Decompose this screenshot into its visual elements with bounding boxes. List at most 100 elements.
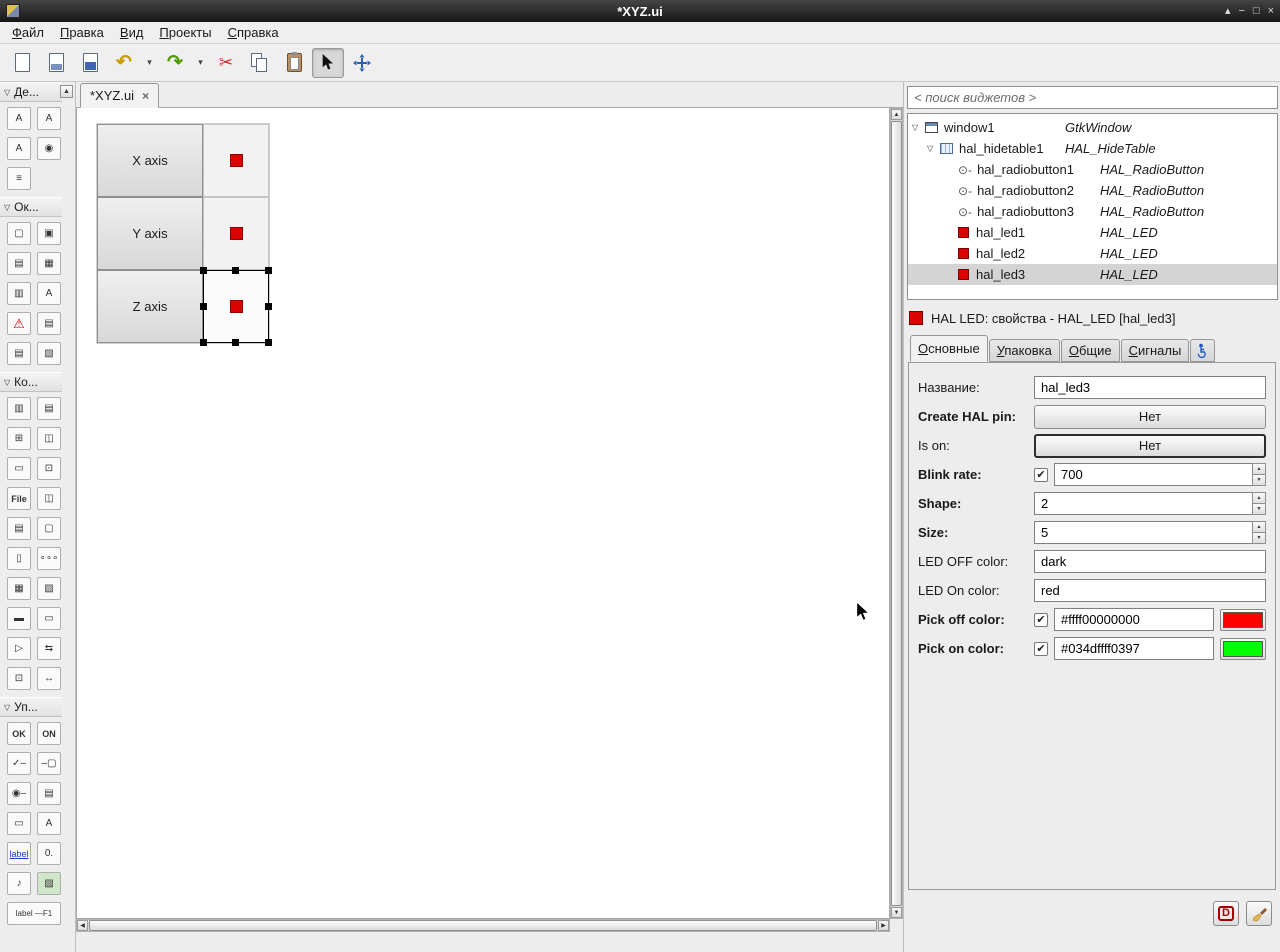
action-group-icon[interactable]: ≡ <box>7 167 31 190</box>
text-view-icon[interactable]: A <box>37 812 61 835</box>
maximize-button[interactable]: □ <box>1253 1 1260 21</box>
spin-down-icon[interactable]: ▼ <box>1252 475 1266 486</box>
size-input[interactable] <box>1034 521 1252 544</box>
toggle-action-icon[interactable]: A <box>37 107 61 130</box>
font-selection-dialog-icon[interactable]: A <box>37 282 61 305</box>
radiobutton-z-axis[interactable]: Z axis <box>97 270 203 343</box>
selection-handle[interactable] <box>265 302 272 310</box>
tree-row-window1[interactable]: ▽ window1 GtkWindow <box>908 117 1277 138</box>
minimize-button[interactable]: − <box>1238 1 1244 21</box>
tab-general[interactable]: Основные <box>910 335 988 362</box>
selection-handle[interactable] <box>200 339 207 346</box>
redo-button[interactable]: ↷ <box>159 48 191 78</box>
color-selection-dialog-icon[interactable]: ▦ <box>37 252 61 275</box>
file-chooser-button-icon[interactable]: File <box>7 487 31 510</box>
name-input[interactable] <box>1034 376 1266 399</box>
assistant-icon[interactable]: ▧ <box>37 342 61 365</box>
shade-button[interactable]: ▴ <box>1225 1 1231 21</box>
tree-row-hal-radiobutton2[interactable]: ⊙- hal_radiobutton2 HAL_RadioButton <box>908 180 1277 201</box>
vertical-scroll-thumb[interactable] <box>891 121 902 906</box>
tab-packing[interactable]: Упаковка <box>988 339 1060 362</box>
vbox-icon[interactable]: ▤ <box>37 397 61 420</box>
link-button-icon[interactable]: label <box>7 842 31 865</box>
layout-icon[interactable]: ↔ <box>37 667 61 690</box>
size-group-icon[interactable]: ⇆ <box>37 637 61 660</box>
led1-cell[interactable] <box>203 124 269 197</box>
new-button[interactable] <box>6 48 38 78</box>
design-canvas[interactable]: X axis Y axis Z axis <box>76 108 890 919</box>
undo-button[interactable]: ↶ <box>108 48 140 78</box>
radio-button-icon[interactable]: ◉– <box>7 782 31 805</box>
palette-section-containers[interactable]: ▽ Ко... <box>0 372 62 392</box>
paned-icon[interactable]: ◫ <box>37 487 61 510</box>
palette-section-actions[interactable]: ▽ Де... <box>0 82 62 102</box>
canvas-vertical-scrollbar[interactable]: ▲ ▼ <box>890 108 903 919</box>
tree-row-hal-hidetable1[interactable]: ▽ hal_hidetable1 HAL_HideTable <box>908 138 1277 159</box>
entry-icon[interactable]: ▭ <box>7 812 31 835</box>
titlebar[interactable]: *XYZ.ui ▴ − □ × <box>0 0 1280 22</box>
close-button[interactable]: × <box>1268 1 1274 21</box>
led3-cell-selected[interactable] <box>200 267 272 346</box>
radiobutton-y-axis[interactable]: Y axis <box>97 197 203 270</box>
spin-up-icon[interactable]: ▲ <box>1252 492 1266 504</box>
open-button[interactable] <box>40 48 72 78</box>
fixed-icon[interactable]: ⊡ <box>7 667 31 690</box>
recent-chooser-dialog-icon[interactable]: ▤ <box>7 342 31 365</box>
check-button-icon[interactable]: ✓– <box>7 752 31 775</box>
selection-handle[interactable] <box>232 267 239 274</box>
pick-off-color-swatch-button[interactable] <box>1220 608 1266 631</box>
radio-action-icon[interactable]: A <box>7 137 31 160</box>
combo-box-icon[interactable]: ▤ <box>37 782 61 805</box>
scroll-up-icon[interactable]: ▲ <box>891 109 902 120</box>
selection-handle[interactable] <box>265 267 272 274</box>
hbox-icon[interactable]: ▥ <box>7 397 31 420</box>
redo-menu-button[interactable]: ▾ <box>193 48 208 78</box>
cut-button[interactable]: ✂ <box>210 48 242 78</box>
aspect-frame-icon[interactable]: ⊡ <box>37 457 61 480</box>
expander-icon[interactable]: ▽ <box>927 144 940 153</box>
selection-handle[interactable] <box>200 267 207 274</box>
icon-view-icon[interactable]: ▦ <box>7 577 31 600</box>
select-tool-button[interactable] <box>312 47 344 78</box>
horizontal-scroll-thumb[interactable] <box>89 920 877 931</box>
tab-accessibility[interactable] <box>1190 339 1216 362</box>
pick-off-color-input[interactable] <box>1054 608 1214 631</box>
warning-dialog-icon[interactable]: ⚠ <box>7 312 31 335</box>
scroll-right-icon[interactable]: ▶ <box>878 920 889 931</box>
viewport-icon[interactable]: ▢ <box>37 517 61 540</box>
tab-signals[interactable]: Сигналы <box>1120 339 1190 362</box>
window-icon[interactable]: ▢ <box>7 222 31 245</box>
pick-on-color-swatch-button[interactable] <box>1220 637 1266 660</box>
tab-close-icon[interactable]: × <box>142 89 149 103</box>
spin-up-icon[interactable]: ▲ <box>1252 463 1266 475</box>
spin-up-icon[interactable]: ▲ <box>1252 521 1266 533</box>
create-hal-pin-button[interactable]: Нет <box>1034 404 1266 429</box>
menu-bar-icon[interactable]: ▬ <box>7 607 31 630</box>
tree-row-hal-led1[interactable]: hal_led1 HAL_LED <box>908 222 1277 243</box>
menu-edit[interactable]: Правка <box>52 23 112 42</box>
toggle-button-icon[interactable]: ON <box>37 722 61 745</box>
tree-row-hal-led2[interactable]: hal_led2 HAL_LED <box>908 243 1277 264</box>
selection-handle[interactable] <box>265 339 272 346</box>
scrolled-window-icon[interactable]: ▧ <box>37 577 61 600</box>
tree-row-hal-radiobutton1[interactable]: ⊙- hal_radiobutton1 HAL_RadioButton <box>908 159 1277 180</box>
accel-label-icon[interactable]: label —F1 <box>7 902 61 925</box>
menu-help[interactable]: Справка <box>220 23 287 42</box>
copy-button[interactable] <box>244 48 276 78</box>
combo-entry-icon[interactable]: ▤ <box>7 517 31 540</box>
toolbar-icon[interactable]: ∘∘∘ <box>37 547 61 570</box>
expander-icon[interactable]: ▽ <box>912 123 925 132</box>
radiobutton-x-axis[interactable]: X axis <box>97 124 203 197</box>
menu-view[interactable]: Вид <box>112 23 152 42</box>
is-on-button[interactable]: Нет <box>1034 433 1266 458</box>
statusbar-icon[interactable]: ▭ <box>37 607 61 630</box>
spin-down-icon[interactable]: ▼ <box>1252 504 1266 515</box>
devhelp-button[interactable]: D <box>1213 901 1239 926</box>
menu-file[interactable]: Файл <box>4 23 52 42</box>
blink-rate-checkbox[interactable]: ✔ <box>1034 467 1048 482</box>
frame-icon[interactable]: ▭ <box>7 457 31 480</box>
dialog-icon[interactable]: ▣ <box>37 222 61 245</box>
palette-scroll-up-button[interactable]: ▲ <box>60 85 73 98</box>
switch-icon[interactable]: –▢ <box>37 752 61 775</box>
table-icon[interactable]: ⊞ <box>7 427 31 450</box>
